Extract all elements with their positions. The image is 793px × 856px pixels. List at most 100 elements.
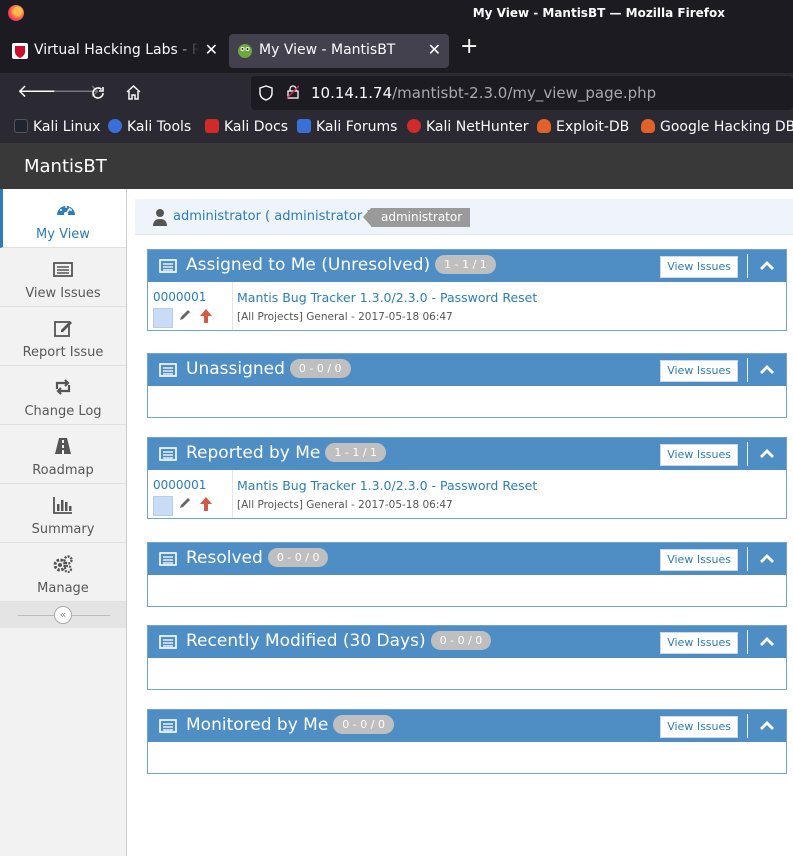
sidebar-item-view-issues[interactable]: View Issues	[0, 248, 126, 307]
chevron-up-icon[interactable]	[756, 256, 778, 276]
bookmark-label: Google Hacking DB	[660, 119, 793, 135]
reload-icon[interactable]	[90, 85, 106, 101]
widget-body-empty	[148, 386, 786, 417]
widget-title: Resolved 0 - 0 / 0	[186, 548, 329, 568]
list-icon	[53, 262, 73, 277]
sidebar-item-manage[interactable]: Manage	[0, 543, 126, 602]
count-badge: 0 - 0 / 0	[430, 631, 492, 650]
header-divider	[747, 547, 748, 571]
collapse-sidebar-button[interactable]: «	[54, 606, 72, 624]
bookmark-google-hacking-db[interactable]: Google Hacking DB	[641, 119, 793, 135]
sidebar-item-my-view[interactable]: My View	[0, 189, 126, 248]
widget-title-text: Unassigned	[186, 359, 285, 379]
bookmark-kali-linux[interactable]: Kali Linux	[14, 119, 100, 135]
widget-title-text: Recently Modified (30 Days)	[186, 631, 426, 651]
view-issues-button[interactable]: View Issues	[660, 444, 738, 466]
bookmark-label: Exploit-DB	[556, 119, 630, 135]
issue-summary-link[interactable]: Mantis Bug Tracker 1.3.0/2.3.0 - Passwor…	[237, 478, 537, 493]
widget-body-empty	[148, 575, 786, 606]
widget-resolved: Resolved 0 - 0 / 0 View Issues	[147, 542, 787, 607]
url-bar[interactable]: 10.14.1.74/mantisbt-2.3.0/my_view_page.p…	[251, 76, 793, 110]
status-color-square	[153, 308, 173, 328]
view-issues-button[interactable]: View Issues	[660, 549, 738, 571]
tab-my-view[interactable]: My View - MantisBT ✕	[229, 34, 449, 68]
view-issues-button[interactable]: View Issues	[660, 360, 738, 382]
home-icon[interactable]	[125, 84, 142, 101]
count-badge: 1 - 1 / 1	[325, 443, 387, 462]
chevron-up-icon[interactable]	[756, 360, 778, 380]
bookmark-kali-nethunter[interactable]: Kali NetHunter	[407, 119, 528, 135]
widget-title-text: Resolved	[186, 548, 263, 568]
vhl-favicon-icon	[12, 43, 28, 59]
sidebar-item-roadmap[interactable]: Roadmap	[0, 425, 126, 484]
bookmark-label: Kali Linux	[33, 119, 101, 135]
bookmark-label: Kali Tools	[127, 119, 192, 135]
sidebar-item-label: My View	[36, 227, 90, 242]
kali-forums-icon	[297, 119, 311, 133]
new-tab-button[interactable]: +	[460, 34, 478, 59]
user-link[interactable]: administrator ( administrator )	[173, 209, 371, 224]
view-issues-button[interactable]: View Issues	[660, 632, 738, 654]
sidebar: My View View Issues Report Issue Change …	[0, 189, 135, 856]
count-badge: 0 - 0 / 0	[289, 359, 351, 378]
bar-chart-icon	[53, 497, 72, 514]
widget-recently-modified: Recently Modified (30 Days) 0 - 0 / 0 Vie…	[147, 625, 787, 690]
bookmark-kali-forums[interactable]: Kali Forums	[297, 119, 397, 135]
widget-title: Monitored by Me 0 - 0 / 0	[186, 715, 394, 735]
mantis-navbar: MantisBT	[0, 143, 793, 189]
chevron-up-icon[interactable]	[756, 444, 778, 464]
bookmark-exploit-db[interactable]: Exploit-DB	[537, 119, 629, 135]
view-issues-button[interactable]: View Issues	[660, 256, 738, 278]
list-icon	[159, 635, 177, 649]
mantis-favicon-icon	[238, 44, 252, 58]
chevron-up-icon[interactable]	[756, 716, 778, 736]
widget-title-text: Reported by Me	[186, 443, 321, 463]
window-title: My View - MantisBT — Mozilla Firefox	[472, 6, 725, 20]
sidebar-item-summary[interactable]: Summary	[0, 484, 126, 543]
tab-virtual-hacking-labs[interactable]: Virtual Hacking Labs - Re ✕	[4, 34, 226, 68]
sidebar-item-label: View Issues	[25, 286, 101, 301]
chevron-up-icon[interactable]	[756, 549, 778, 569]
tab-label: My View - MantisBT	[259, 42, 396, 58]
widget-header: Monitored by Me 0 - 0 / 0 View Issues	[148, 710, 786, 742]
view-issues-button[interactable]: View Issues	[660, 716, 738, 738]
window-titlebar: My View - MantisBT — Mozilla Firefox	[0, 0, 793, 28]
header-divider	[747, 254, 748, 278]
sidebar-item-report-issue[interactable]: Report Issue	[0, 307, 126, 366]
priority-high-arrow-icon	[200, 497, 212, 511]
status-color-square	[153, 496, 173, 516]
close-tab-icon[interactable]: ✕	[428, 40, 441, 59]
sidebar-item-label: Roadmap	[32, 463, 94, 478]
kali-dragon-icon	[14, 119, 28, 133]
shield-icon[interactable]	[259, 85, 273, 101]
pencil-icon[interactable]	[178, 308, 192, 322]
widget-header: Assigned to Me (Unresolved) 1 - 1 / 1 Vie…	[148, 250, 786, 282]
widget-title: Assigned to Me (Unresolved) 1 - 1 / 1	[186, 255, 496, 275]
exploit-db-icon	[537, 119, 551, 133]
sidebar-item-label: Summary	[31, 522, 95, 537]
issue-meta: [All Projects] General - 2017-05-18 06:4…	[237, 311, 453, 323]
widget-unassigned: Unassigned 0 - 0 / 0 View Issues	[147, 353, 787, 418]
insecure-lock-icon[interactable]	[287, 85, 299, 99]
pencil-icon[interactable]	[178, 496, 192, 510]
widget-title: Unassigned 0 - 0 / 0	[186, 359, 351, 379]
edit-icon	[54, 321, 72, 337]
sidebar-item-change-log[interactable]: Change Log	[0, 366, 126, 425]
issue-row: 0000001 Mantis Bug Tracker 1.3.0/2.3.0 -…	[148, 282, 786, 330]
url-text[interactable]: 10.14.1.74/mantisbt-2.3.0/my_view_page.p…	[311, 84, 656, 102]
bookmark-label: Kali Forums	[316, 119, 398, 135]
brand-link[interactable]: MantisBT	[24, 156, 107, 177]
issue-summary-link[interactable]: Mantis Bug Tracker 1.3.0/2.3.0 - Passwor…	[237, 290, 537, 305]
issue-id-link[interactable]: 0000001	[153, 478, 206, 492]
header-divider	[747, 358, 748, 382]
chevron-up-icon[interactable]	[756, 632, 778, 652]
bookmark-kali-docs[interactable]: Kali Docs	[205, 119, 288, 135]
widget-monitored-by-me: Monitored by Me 0 - 0 / 0 View Issues	[147, 709, 787, 774]
close-tab-icon[interactable]: ✕	[205, 40, 218, 59]
widget-title-text: Monitored by Me	[186, 715, 329, 735]
url-host: 10.14.1.74	[311, 84, 393, 102]
user-role-badge: administrator	[362, 208, 471, 227]
bookmark-kali-tools[interactable]: Kali Tools	[108, 119, 191, 135]
list-icon	[159, 552, 177, 566]
issue-id-link[interactable]: 0000001	[153, 290, 206, 304]
